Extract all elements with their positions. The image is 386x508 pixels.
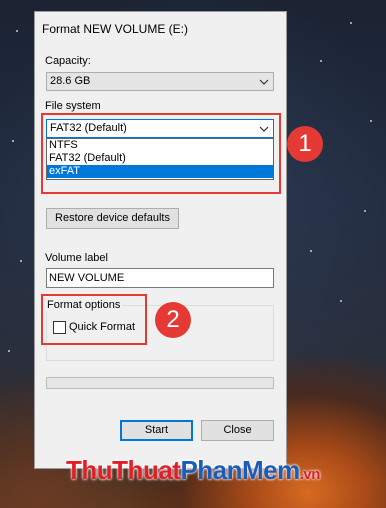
close-button[interactable]: Close [201, 420, 274, 441]
watermark-part-2: PhanMem [180, 455, 300, 485]
start-button[interactable]: Start [120, 420, 193, 441]
watermark-part-1: ThuThuat [66, 455, 181, 485]
volume-label-field[interactable] [46, 268, 274, 288]
format-progress-bar [46, 377, 274, 389]
watermark-logo: ThuThuatPhanMem.vn [0, 455, 386, 486]
dialog-title: Format NEW VOLUME (E:) [42, 22, 189, 36]
format-dialog: Format NEW VOLUME (E:) Capacity: 28.6 GB… [34, 11, 287, 469]
step-badge-2: 2 [155, 302, 191, 338]
watermark-part-3: .vn [299, 466, 321, 483]
volume-label-label: Volume label [45, 252, 108, 264]
highlight-box-format-options [41, 294, 147, 345]
capacity-label: Capacity: [45, 55, 91, 67]
highlight-box-file-system [41, 113, 281, 194]
capacity-select[interactable]: 28.6 GB [46, 72, 274, 91]
file-system-label: File system [45, 100, 101, 112]
capacity-value: 28.6 GB [50, 75, 91, 87]
restore-defaults-button[interactable]: Restore device defaults [46, 208, 179, 229]
volume-label-input[interactable] [49, 272, 269, 284]
step-badge-1: 1 [287, 126, 323, 162]
chevron-down-icon [259, 79, 269, 85]
